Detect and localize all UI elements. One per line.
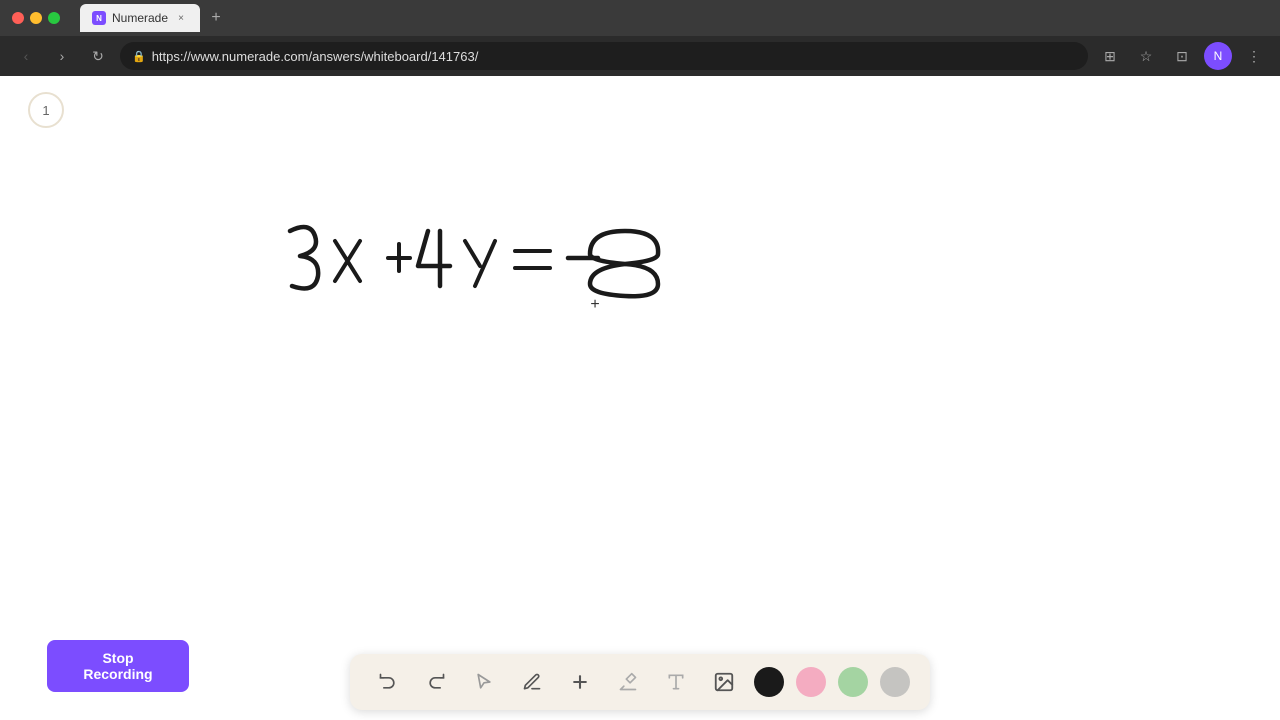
url-text: https://www.numerade.com/answers/whitebo…: [152, 49, 479, 64]
pen-tool-button[interactable]: [514, 664, 550, 700]
page-number-badge: 1: [28, 92, 64, 128]
color-gray-button[interactable]: [880, 667, 910, 697]
tab-close-button[interactable]: ×: [174, 11, 188, 25]
menu-icon[interactable]: ⋮: [1240, 42, 1268, 70]
select-tool-button[interactable]: [466, 664, 502, 700]
maximize-window-button[interactable]: [48, 12, 60, 24]
eraser-tool-button[interactable]: [610, 664, 646, 700]
screen-capture-icon[interactable]: ⊞: [1096, 42, 1124, 70]
tab-bar: N Numerade × +: [80, 4, 228, 32]
active-tab[interactable]: N Numerade ×: [80, 4, 200, 32]
navigation-bar: ‹ › ↻ 🔒 https://www.numerade.com/answers…: [0, 36, 1280, 76]
color-green-button[interactable]: [838, 667, 868, 697]
minimize-window-button[interactable]: [30, 12, 42, 24]
refresh-button[interactable]: ↻: [84, 42, 112, 70]
profile-icon[interactable]: N: [1204, 42, 1232, 70]
forward-button[interactable]: ›: [48, 42, 76, 70]
nav-right-icons: ⊞ ☆ ⊡ N ⋮: [1096, 42, 1268, 70]
redo-button[interactable]: [418, 664, 454, 700]
browser-chrome: N Numerade × + ‹ › ↻ 🔒 https://www.numer…: [0, 0, 1280, 76]
drawing-toolbar: [350, 654, 930, 710]
new-tab-button[interactable]: +: [204, 6, 228, 30]
stop-recording-button[interactable]: Stop Recording: [47, 640, 189, 692]
color-pink-button[interactable]: [796, 667, 826, 697]
tab-title: Numerade: [112, 11, 168, 25]
equation-svg: [280, 216, 700, 316]
tab-favicon: N: [92, 11, 106, 25]
extensions-icon[interactable]: ⊡: [1168, 42, 1196, 70]
undo-button[interactable]: [370, 664, 406, 700]
close-window-button[interactable]: [12, 12, 24, 24]
traffic-lights: [12, 12, 60, 24]
title-bar: N Numerade × +: [0, 0, 1280, 36]
add-tool-button[interactable]: [562, 664, 598, 700]
color-black-button[interactable]: [754, 667, 784, 697]
address-bar[interactable]: 🔒 https://www.numerade.com/answers/white…: [120, 42, 1088, 70]
image-tool-button[interactable]: [706, 664, 742, 700]
bookmark-icon[interactable]: ☆: [1132, 42, 1160, 70]
whiteboard-canvas[interactable]: 1 + Stop Recording: [0, 76, 1280, 720]
back-button[interactable]: ‹: [12, 42, 40, 70]
equation-drawing: [280, 216, 700, 321]
text-tool-button[interactable]: [658, 664, 694, 700]
